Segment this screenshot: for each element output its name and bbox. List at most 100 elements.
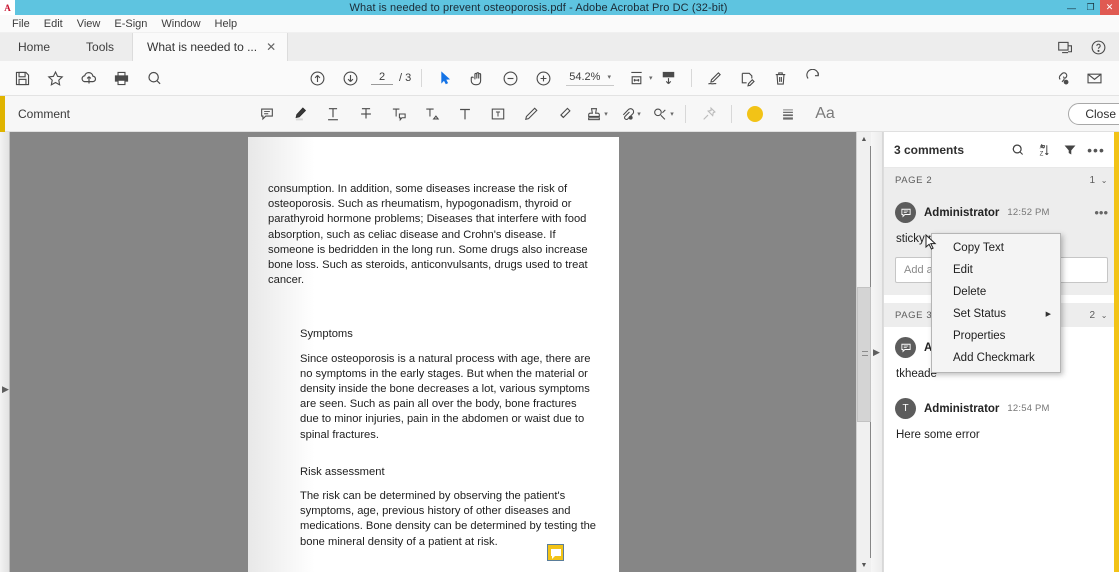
underline-icon[interactable]: [316, 97, 349, 131]
share-screen-icon[interactable]: [1057, 39, 1074, 56]
paragraph-risk-assessment: The risk can be determined by observing …: [268, 489, 598, 550]
minimize-button[interactable]: —: [1062, 0, 1081, 15]
email-icon[interactable]: [1078, 61, 1111, 95]
insert-text-icon[interactable]: [415, 97, 448, 131]
page-3-count: 2 ⌄: [1090, 310, 1108, 321]
previous-page-icon[interactable]: [301, 61, 334, 95]
add-to-favorites-icon[interactable]: [39, 61, 72, 95]
context-menu-properties[interactable]: Properties: [932, 325, 1060, 347]
tab-document[interactable]: What is needed to ... ✕: [132, 33, 288, 61]
expand-navigation-pane-icon[interactable]: ▶: [2, 384, 9, 395]
scrollbar-thumb[interactable]: [857, 287, 871, 422]
menu-help[interactable]: Help: [208, 17, 245, 31]
scroll-down-button[interactable]: ▼: [857, 558, 871, 572]
toggle-comments-pane[interactable]: ▶: [871, 132, 883, 572]
context-menu-set-status[interactable]: Set Status ▶: [932, 303, 1060, 325]
save-icon[interactable]: [6, 61, 39, 95]
pdf-page-text: consumption. In addition, some diseases …: [268, 182, 598, 572]
toolbar-divider: [421, 69, 422, 87]
page-3-chevron-icon[interactable]: ⌄: [1101, 311, 1108, 320]
zoom-level-value: 54.2%: [569, 71, 600, 83]
close-window-button[interactable]: ✕: [1100, 0, 1119, 15]
fill-and-sign-icon[interactable]: [698, 61, 731, 95]
comment-3-author: Administrator: [924, 403, 999, 415]
hand-tool-icon[interactable]: [461, 61, 494, 95]
window-title-bar: A What is needed to prevent osteoporosis…: [0, 0, 1119, 15]
document-viewport[interactable]: consumption. In addition, some diseases …: [11, 132, 856, 572]
zoom-level-selector[interactable]: 54.2% ▾: [566, 71, 614, 86]
sticky-note-icon[interactable]: [250, 97, 283, 131]
help-icon[interactable]: [1090, 39, 1107, 56]
print-icon[interactable]: [105, 61, 138, 95]
color-picker-yellow[interactable]: [738, 97, 771, 131]
erase-icon[interactable]: [547, 97, 580, 131]
page-2-chevron-icon[interactable]: ⌄: [1101, 176, 1108, 185]
stamp-chevron-icon[interactable]: ▾: [604, 110, 608, 118]
sticky-note-bubble-icon: [551, 549, 561, 556]
draw-icon[interactable]: [514, 97, 547, 131]
comments-section-page-2[interactable]: PAGE 2 1 ⌄: [884, 168, 1119, 192]
close-comment-pane-button[interactable]: Close: [1068, 103, 1119, 125]
add-text-icon[interactable]: [448, 97, 481, 131]
delete-page-icon[interactable]: [764, 61, 797, 95]
context-menu-add-checkmark[interactable]: Add Checkmark: [932, 347, 1060, 369]
zoom-in-icon[interactable]: [527, 61, 560, 95]
font-size-selector[interactable]: Aa: [804, 97, 846, 131]
menu-file[interactable]: File: [5, 17, 37, 31]
attach-chevron-icon[interactable]: ▾: [637, 110, 641, 118]
paragraph-consumption: consumption. In addition, some diseases …: [268, 182, 598, 288]
context-menu-copy-text[interactable]: Copy Text: [932, 237, 1060, 259]
comments-more-options-icon[interactable]: •••: [1083, 137, 1109, 163]
drawing-chevron-icon[interactable]: ▾: [670, 110, 674, 118]
menu-edit[interactable]: Edit: [37, 17, 70, 31]
filter-comments-icon[interactable]: [1057, 137, 1083, 163]
drawing-tools-icon[interactable]: ▾: [646, 97, 679, 131]
search-icon[interactable]: [138, 61, 171, 95]
vertical-scrollbar[interactable]: ▲ ▼: [856, 132, 870, 572]
comment-context-menu[interactable]: Copy Text Edit Delete Set Status ▶ Prope…: [931, 233, 1061, 373]
share-link-icon[interactable]: [1045, 61, 1078, 95]
select-tool-icon[interactable]: [428, 61, 461, 95]
sort-comments-icon[interactable]: A Z: [1031, 137, 1057, 163]
tab-bar-right-icons: [1057, 33, 1119, 61]
tab-tools[interactable]: Tools: [68, 33, 132, 61]
rotate-page-icon[interactable]: [797, 61, 830, 95]
tab-document-label: What is needed to ...: [147, 40, 257, 54]
menu-esign[interactable]: E-Sign: [107, 17, 154, 31]
stamp-icon[interactable]: ▾: [580, 97, 613, 131]
comment-card-3[interactable]: T Administrator 12:54 PM Here some error: [884, 382, 1119, 443]
page-2-count: 1 ⌄: [1090, 175, 1108, 186]
scroll-up-button[interactable]: ▲: [857, 132, 871, 146]
comment-3-time: 12:54 PM: [1007, 403, 1049, 414]
scroll-mode-icon[interactable]: [652, 61, 685, 95]
attach-file-icon[interactable]: ▾: [613, 97, 646, 131]
highlight-icon[interactable]: [283, 97, 316, 131]
menu-window[interactable]: Window: [154, 17, 207, 31]
pin-icon[interactable]: [692, 97, 725, 131]
properties-label: Properties: [953, 330, 1005, 342]
comments-panel-accent-edge: [1114, 132, 1119, 572]
current-page-input[interactable]: 2: [371, 71, 393, 85]
tab-bar: Home Tools What is needed to ... ✕: [0, 33, 1119, 61]
tab-home[interactable]: Home: [0, 33, 68, 61]
svg-text:Z: Z: [1040, 150, 1044, 157]
maximize-button[interactable]: ❐: [1081, 0, 1100, 15]
comment-1-options-icon[interactable]: •••: [1094, 205, 1108, 220]
context-menu-delete[interactable]: Delete: [932, 281, 1060, 303]
delete-label: Delete: [953, 286, 986, 298]
pdf-page[interactable]: consumption. In addition, some diseases …: [248, 137, 619, 572]
search-comments-icon[interactable]: [1005, 137, 1031, 163]
menu-view[interactable]: View: [70, 17, 108, 31]
line-thickness-icon[interactable]: [771, 97, 804, 131]
navigation-pane-rail[interactable]: ▶: [0, 132, 10, 572]
replace-text-icon[interactable]: [382, 97, 415, 131]
close-tab-icon[interactable]: ✕: [266, 40, 276, 54]
next-page-icon[interactable]: [334, 61, 367, 95]
text-box-icon[interactable]: [481, 97, 514, 131]
zoom-out-icon[interactable]: [494, 61, 527, 95]
sticky-note-annotation[interactable]: [547, 544, 564, 561]
cloud-upload-icon[interactable]: [72, 61, 105, 95]
strikethrough-icon[interactable]: [349, 97, 382, 131]
context-menu-edit[interactable]: Edit: [932, 259, 1060, 281]
edit-pdf-icon[interactable]: [731, 61, 764, 95]
